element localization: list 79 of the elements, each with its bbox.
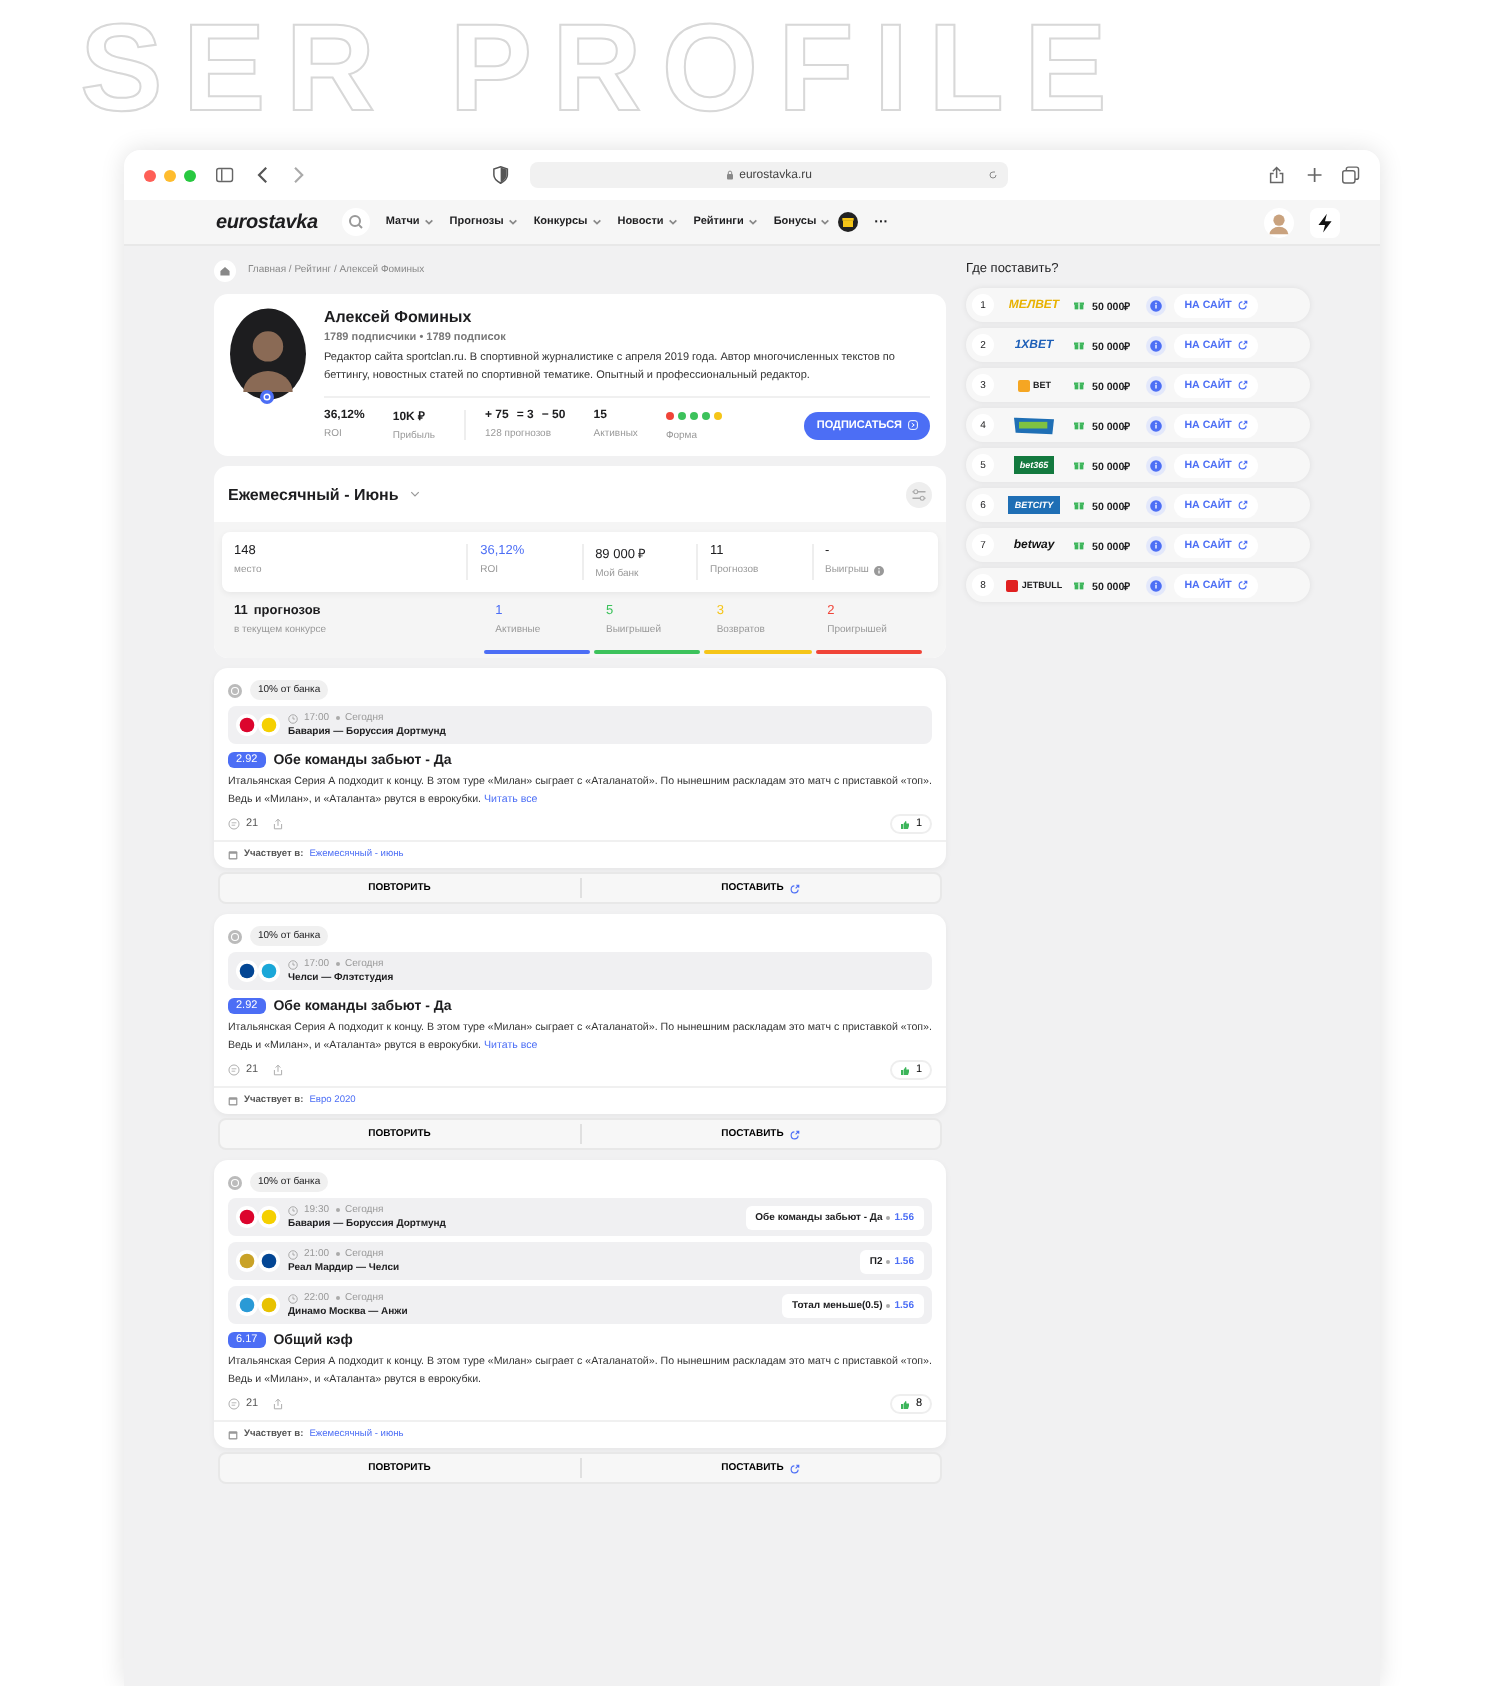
- gift-icon: [1074, 500, 1084, 510]
- external-link-icon: [1237, 460, 1248, 470]
- info-icon[interactable]: [1146, 575, 1167, 595]
- gift-icon[interactable]: [838, 212, 859, 232]
- filter-icon[interactable]: [906, 481, 932, 507]
- window-controls-icon[interactable]: [144, 169, 196, 181]
- calendar-icon: [228, 850, 238, 860]
- plus-icon[interactable]: [1305, 166, 1323, 184]
- dot-separator-icon: [335, 1252, 340, 1256]
- gift-icon: [1074, 380, 1084, 390]
- lightning-icon[interactable]: [1310, 207, 1340, 237]
- chevron-down-icon: [747, 218, 758, 226]
- clock-icon: [288, 1205, 298, 1215]
- coin-icon: [228, 1175, 242, 1189]
- dot-separator-icon: [886, 1303, 891, 1307]
- external-link-icon: [1237, 340, 1248, 350]
- external-link-icon: [1237, 580, 1248, 590]
- external-link-icon: [1237, 420, 1248, 430]
- info-icon[interactable]: [1146, 335, 1167, 355]
- chevron-down-icon: [507, 218, 518, 226]
- clock-icon: [288, 959, 298, 969]
- dot-separator-icon: [335, 716, 340, 720]
- chevron-down-icon: [667, 218, 678, 226]
- verified-badge-icon: [260, 390, 274, 404]
- gift-icon: [1074, 540, 1084, 550]
- lock-icon: [725, 170, 734, 180]
- site-logo[interactable]: eurostavka: [216, 211, 318, 233]
- info-icon[interactable]: [874, 565, 885, 575]
- chevron-down-icon: [820, 218, 831, 226]
- info-icon[interactable]: [1146, 295, 1167, 315]
- external-link-icon: [789, 1463, 800, 1473]
- coin-icon: [228, 929, 242, 943]
- back-icon[interactable]: [253, 166, 271, 184]
- dot-separator-icon: [886, 1215, 891, 1219]
- thumbs-up-icon: [899, 1399, 910, 1409]
- external-link-icon: [1237, 500, 1248, 510]
- search-icon[interactable]: [341, 208, 370, 236]
- external-link-icon: [1237, 380, 1248, 390]
- gift-icon: [1074, 580, 1084, 590]
- avatar-icon: [230, 308, 306, 400]
- chevron-down-icon: [423, 218, 434, 226]
- external-link-icon: [789, 1129, 800, 1139]
- chevron-down-icon: [591, 218, 602, 226]
- chevron-down-icon[interactable]: [410, 490, 421, 498]
- gift-icon: [1074, 340, 1084, 350]
- info-icon[interactable]: [1146, 375, 1167, 395]
- dot-separator-icon: [335, 962, 340, 966]
- external-link-icon: [1237, 300, 1248, 310]
- thumbs-up-icon: [899, 1065, 910, 1075]
- user-avatar-icon[interactable]: [1264, 207, 1294, 237]
- home-icon[interactable]: [214, 259, 236, 281]
- gift-icon: [1074, 460, 1084, 470]
- dot-separator-icon: [335, 1296, 340, 1300]
- calendar-icon: [228, 1096, 238, 1106]
- coin-icon: [228, 683, 242, 697]
- gift-icon: [1074, 300, 1084, 310]
- tabs-icon[interactable]: [1342, 166, 1360, 184]
- contest-title[interactable]: Ежемесячный - Июнь: [228, 485, 399, 503]
- reload-icon[interactable]: [988, 170, 999, 180]
- external-link-icon: [1237, 540, 1248, 550]
- info-icon[interactable]: [1146, 495, 1167, 515]
- clock-icon: [288, 1293, 298, 1303]
- bookmaker-logo-icon[interactable]: [1012, 415, 1056, 435]
- share-icon[interactable]: [1268, 166, 1286, 184]
- dot-separator-icon: [335, 1208, 340, 1212]
- profile-name: Алексей Фоминых: [324, 308, 474, 326]
- info-icon[interactable]: [1146, 535, 1167, 555]
- info-icon[interactable]: [1146, 455, 1167, 475]
- thumbs-up-icon: [899, 819, 910, 829]
- forward-icon[interactable]: [290, 166, 308, 184]
- clock-icon: [288, 1249, 298, 1259]
- calendar-icon: [228, 1430, 238, 1440]
- shield-icon[interactable]: [491, 166, 509, 184]
- info-icon[interactable]: [1146, 415, 1167, 435]
- dot-separator-icon: [886, 1259, 891, 1263]
- gift-icon: [1074, 420, 1084, 430]
- external-link-icon: [789, 883, 800, 893]
- clock-icon: [288, 713, 298, 723]
- sidebar-icon[interactable]: [216, 166, 234, 184]
